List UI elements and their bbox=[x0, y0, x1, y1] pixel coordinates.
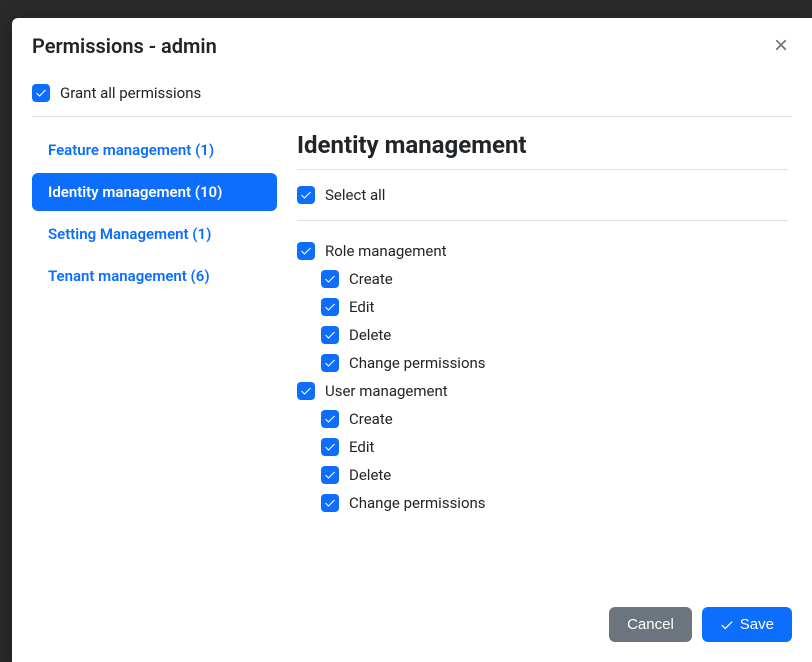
check-icon bbox=[35, 87, 47, 99]
permission-item: Role management bbox=[297, 237, 788, 265]
permission-label: Create bbox=[349, 410, 393, 428]
check-icon bbox=[300, 385, 312, 397]
cancel-button[interactable]: Cancel bbox=[609, 607, 692, 642]
permission-item: Create bbox=[297, 265, 788, 293]
grant-all-checkbox[interactable] bbox=[32, 84, 50, 102]
permission-item: Edit bbox=[297, 293, 788, 321]
select-all-label: Select all bbox=[325, 186, 385, 204]
content-row: Feature management (1) Identity managemen… bbox=[32, 117, 792, 517]
permission-label: Create bbox=[349, 270, 393, 288]
check-icon bbox=[324, 329, 336, 341]
nav-pills: Feature management (1) Identity managemen… bbox=[32, 131, 277, 517]
check-icon bbox=[300, 189, 312, 201]
permission-checkbox[interactable] bbox=[321, 438, 339, 456]
nav-item-3[interactable]: Tenant management (6) bbox=[32, 257, 277, 295]
check-icon bbox=[324, 469, 336, 481]
select-all-row: Select all bbox=[297, 170, 788, 221]
permission-checkbox[interactable] bbox=[321, 270, 339, 288]
permission-checkbox[interactable] bbox=[321, 466, 339, 484]
check-icon bbox=[324, 357, 336, 369]
select-all-checkbox[interactable] bbox=[297, 186, 315, 204]
permission-checkbox[interactable] bbox=[321, 494, 339, 512]
save-button[interactable]: Save bbox=[702, 607, 792, 642]
modal-header: Permissions - admin × bbox=[12, 18, 812, 74]
close-icon: × bbox=[774, 32, 788, 59]
permission-checkbox[interactable] bbox=[321, 354, 339, 372]
modal-title: Permissions - admin bbox=[32, 34, 217, 58]
check-icon bbox=[324, 413, 336, 425]
check-icon bbox=[300, 245, 312, 257]
permission-label: Edit bbox=[349, 438, 374, 456]
permission-checkbox[interactable] bbox=[297, 242, 315, 260]
permission-item: User management bbox=[297, 377, 788, 405]
check-icon bbox=[324, 497, 336, 509]
permission-item: Create bbox=[297, 405, 788, 433]
cancel-button-label: Cancel bbox=[627, 616, 674, 633]
check-icon bbox=[324, 301, 336, 313]
permission-label: User management bbox=[325, 382, 448, 400]
permission-label: Delete bbox=[349, 326, 391, 344]
permission-label: Edit bbox=[349, 298, 374, 316]
nav-item-1[interactable]: Identity management (10) bbox=[32, 173, 277, 211]
permission-checkbox[interactable] bbox=[321, 298, 339, 316]
save-button-label: Save bbox=[740, 616, 774, 633]
check-icon bbox=[324, 273, 336, 285]
panel-title: Identity management bbox=[297, 131, 788, 170]
nav-item-label: Setting Management (1) bbox=[48, 225, 211, 243]
permission-tree: Role management Create Edit Delete Change pe… bbox=[297, 221, 788, 517]
check-icon bbox=[720, 618, 734, 632]
grant-all-row: Grant all permissions bbox=[32, 74, 792, 117]
nav-item-label: Tenant management (6) bbox=[48, 267, 210, 285]
grant-all-label: Grant all permissions bbox=[60, 84, 201, 102]
permission-label: Role management bbox=[325, 242, 447, 260]
permissions-modal: Permissions - admin × Grant all permissi… bbox=[12, 18, 812, 662]
permission-item: Delete bbox=[297, 461, 788, 489]
permission-checkbox[interactable] bbox=[321, 326, 339, 344]
main-panel: Identity management Select all Role mana… bbox=[297, 131, 792, 517]
modal-body: Grant all permissions Feature management… bbox=[12, 74, 812, 591]
permission-checkbox[interactable] bbox=[297, 382, 315, 400]
permission-item: Delete bbox=[297, 321, 788, 349]
permission-item: Change permissions bbox=[297, 349, 788, 377]
permission-label: Delete bbox=[349, 466, 391, 484]
permission-item: Edit bbox=[297, 433, 788, 461]
permission-label: Change permissions bbox=[349, 494, 486, 512]
permission-checkbox[interactable] bbox=[321, 410, 339, 428]
close-button[interactable]: × bbox=[770, 34, 792, 58]
nav-item-label: Identity management (10) bbox=[48, 183, 222, 201]
nav-item-2[interactable]: Setting Management (1) bbox=[32, 215, 277, 253]
modal-footer: Cancel Save bbox=[12, 591, 812, 662]
permission-label: Change permissions bbox=[349, 354, 486, 372]
check-icon bbox=[324, 441, 336, 453]
permission-item: Change permissions bbox=[297, 489, 788, 517]
nav-item-0[interactable]: Feature management (1) bbox=[32, 131, 277, 169]
nav-item-label: Feature management (1) bbox=[48, 141, 214, 159]
